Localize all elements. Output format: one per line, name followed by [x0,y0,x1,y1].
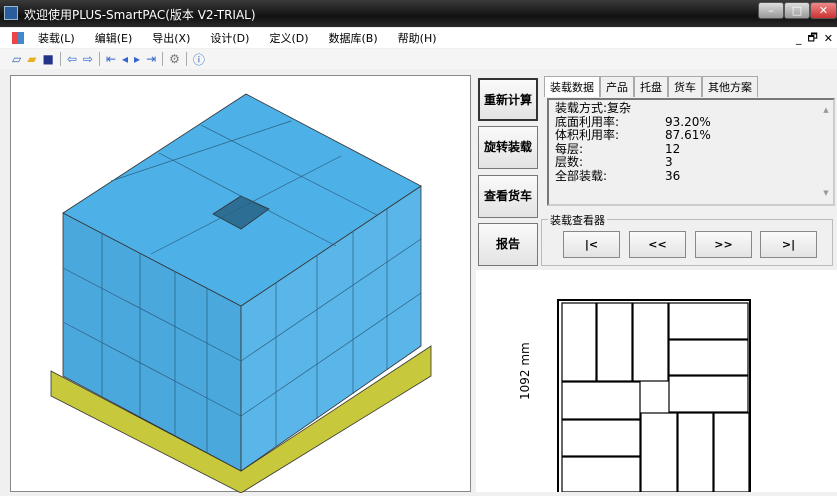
recalculate-button[interactable]: 重新计算 [478,78,538,121]
prev-layer-button[interactable]: << [629,231,686,258]
new-icon[interactable]: ▱ [12,52,21,66]
info-row: 体积利用率: 87.61% [555,128,827,143]
prev-icon[interactable]: ◂ [122,52,128,66]
tab-bar: 装载数据 产品 托盘 货车 其他方案 [544,76,758,97]
tab-product[interactable]: 产品 [600,76,634,97]
separator [162,52,164,66]
first-icon[interactable]: ⇤ [106,52,116,66]
tab-truck[interactable]: 货车 [668,76,702,97]
menu-load[interactable]: 装载(L) [38,30,75,46]
next-icon[interactable]: ▸ [134,52,140,66]
info-value: 36 [665,168,681,183]
back-icon[interactable]: ⇦ [67,52,77,66]
maximize-button[interactable]: □ [784,2,810,19]
app-icon [4,6,18,20]
separator [98,52,100,66]
last-icon[interactable]: ⇥ [146,52,156,66]
info-value: 3 [665,155,673,169]
load-viewer-label: 装载查看器 [548,212,607,228]
info-value: 93.20% [665,114,711,129]
mdi-close[interactable]: ✕ [824,32,833,45]
scrollbar[interactable]: ▲ ▼ [819,100,833,204]
separator [59,52,61,66]
save-icon[interactable]: ■ [42,52,53,66]
mdi-minimize[interactable]: _ [796,32,802,45]
layer-plan-view: 1092 mm [476,270,837,492]
tab-other-plans[interactable]: 其他方案 [702,76,758,97]
3d-load-view[interactable] [10,75,471,494]
window-title: 欢迎使用PLUS-SmartPAC(版本 V2-TRIAL) [24,8,256,22]
last-layer-button[interactable]: >| [760,231,817,258]
next-layer-button[interactable]: >> [695,231,752,258]
menu-design[interactable]: 设计(D) [210,30,249,46]
menu-define[interactable]: 定义(D) [269,30,308,46]
title-bar: 欢迎使用PLUS-SmartPAC(版本 V2-TRIAL) – □ ✕ [0,0,837,27]
load-viewer-group: 装载查看器 |< << >> >| [541,212,833,266]
toolbar: ▱ ▰ ■ ⇦ ⇨ ⇤ ◂ ▸ ⇥ ⚙ ⓘ [0,49,837,69]
info-value: 12 [665,141,681,156]
menu-database[interactable]: 数据库(B) [329,30,378,46]
info-value: 87.61% [665,128,711,142]
info-key: 全部装载: [555,168,608,183]
pallet-3d-render [50,93,432,494]
info-row: 底面利用率: 93.20% [555,114,827,130]
menu-help[interactable]: 帮助(H) [398,30,437,46]
help-icon[interactable]: ⓘ [193,51,205,68]
forward-icon[interactable]: ⇨ [83,52,93,66]
close-button[interactable]: ✕ [810,2,837,19]
tab-load-data[interactable]: 装载数据 [544,76,600,97]
minimize-button[interactable]: – [758,2,784,19]
info-key: 每层: [555,141,584,156]
separator [185,52,187,66]
info-row: 每层: 12 [555,141,827,157]
info-row: 层数: 3 [555,155,827,170]
info-key: 体积利用率: [555,128,620,142]
rotate-load-button[interactable]: 旋转装载 [478,126,538,169]
menu-export[interactable]: 导出(X) [152,30,190,46]
load-method: 装载方式:复杂 [555,101,632,115]
load-data-textbox[interactable]: 装载方式:复杂 底面利用率: 93.20% 体积利用率: 87.61% 每层: 12 … [547,98,835,206]
tab-pallet[interactable]: 托盘 [634,76,668,97]
menu-bar: 装载(L) 编辑(E) 导出(X) 设计(D) 定义(D) 数据库(B) 帮助(… [0,28,837,48]
report-button[interactable]: 报告 [478,223,538,266]
info-key: 底面利用率: [555,114,620,129]
menu-edit[interactable]: 编辑(E) [95,30,133,46]
open-icon[interactable]: ▰ [27,52,36,66]
first-layer-button[interactable]: |< [563,231,620,258]
info-row: 全部装载: 36 [555,168,827,184]
settings-icon[interactable]: ⚙ [169,52,180,66]
view-truck-button[interactable]: 查看货车 [478,175,538,218]
info-key: 层数: [555,155,584,169]
mdi-restore[interactable]: 🗗 [807,29,817,48]
layer-plan-diagram [557,299,751,492]
doc-icon [12,32,24,44]
